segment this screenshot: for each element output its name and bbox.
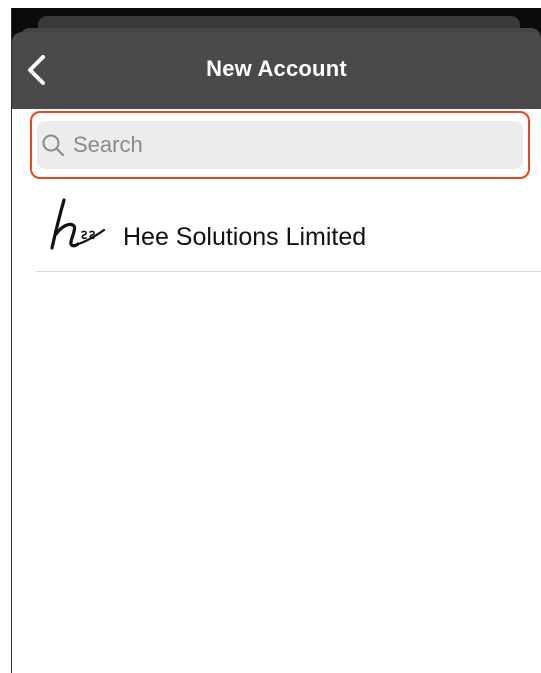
- search-bar[interactable]: [37, 121, 523, 169]
- navigation-bar: New Account: [12, 32, 541, 109]
- account-name: Hee Solutions Limited: [123, 223, 367, 251]
- company-logo: [44, 196, 110, 254]
- search-input[interactable]: [71, 124, 475, 166]
- account-list-item[interactable]: Hee Solutions Limited: [36, 188, 541, 272]
- search-highlight: [30, 111, 530, 179]
- app-screen: New Account Hee Solutions Limited: [0, 0, 541, 673]
- search-icon: [39, 131, 67, 159]
- page-title: New Account: [206, 56, 347, 81]
